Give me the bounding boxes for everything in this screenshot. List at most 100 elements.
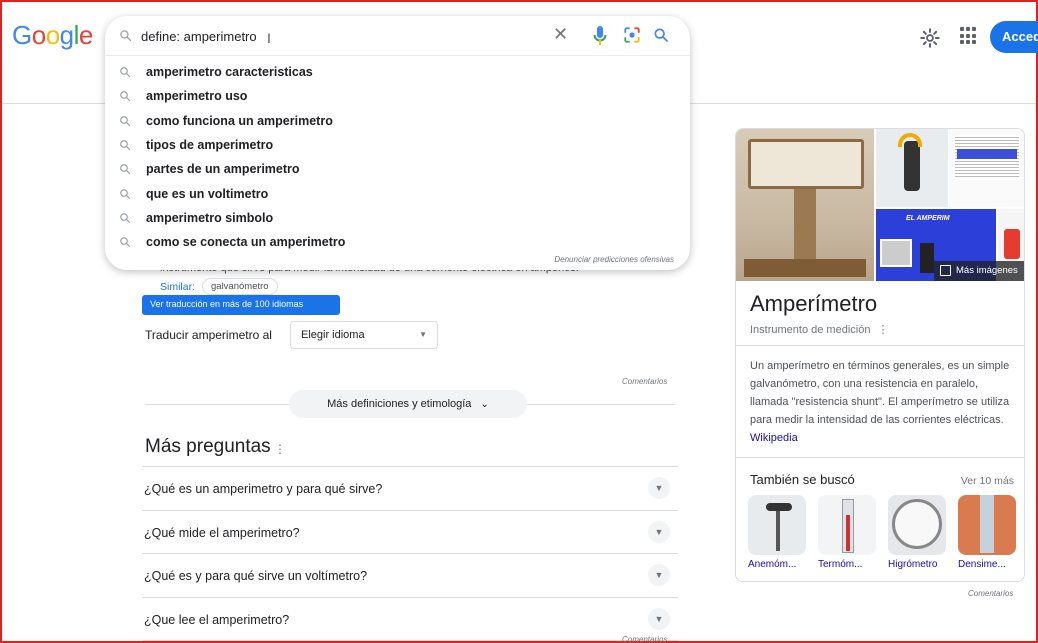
question-text: ¿Que lee el amperimetro? [144, 612, 290, 627]
kp-subtitle-text: Instrumento de medición [750, 324, 871, 336]
expand-chevron-icon[interactable]: ▼ [648, 520, 670, 543]
suggestion-text: como funciona un amperimetro [146, 113, 333, 128]
search-submit-icon[interactable] [653, 27, 669, 43]
kp-feedback-link[interactable]: Comentarios [968, 589, 1013, 598]
language-select[interactable]: Elegir idioma ▼ [290, 321, 438, 349]
densimeter-thumbnail[interactable] [958, 495, 1016, 555]
suggestion-text: tipos de amperimetro [146, 138, 274, 153]
suggestion-text: como se conecta un amperimetro [146, 235, 346, 250]
search-input[interactable] [141, 26, 501, 46]
people-also-ask-title: Más preguntas [145, 436, 271, 457]
expand-chevron-icon[interactable]: ▼ [648, 564, 670, 586]
more-images-label: Más imágenes [956, 265, 1018, 276]
similar-label: Similar: [160, 281, 196, 293]
question-text: ¿Qué es y para qué sirve un voltímetro? [144, 569, 368, 583]
clamp-meter-photo[interactable] [876, 129, 948, 207]
paa-bottom-divider [142, 640, 678, 641]
knowledge-panel: EL AMPERIM Más imágenes Amperímetro Inst… [735, 128, 1025, 582]
also-searched-label[interactable]: Higrómetro [888, 559, 946, 570]
expand-chevron-icon[interactable]: ▼ [648, 477, 670, 499]
sign-in-button[interactable]: Acceder [990, 21, 1038, 53]
language-select-value: Elegir idioma [301, 329, 365, 341]
search-icon [120, 115, 131, 126]
report-predictions-link[interactable]: Denunciar predicciones ofensivas [554, 255, 674, 264]
logo-letter: o [45, 20, 60, 50]
question-item[interactable]: ¿Qué mide el amperimetro? ▼ [142, 509, 678, 554]
definition-feedback-link[interactable]: Comentarios [622, 377, 667, 386]
article-photo[interactable] [949, 129, 1024, 207]
suggestion-text: que es un voltimetro [146, 186, 269, 201]
autocomplete-suggestions: amperimetro caracteristicas amperimetro u… [105, 60, 690, 254]
more-definitions-label: Más definiciones y etimología [327, 398, 472, 410]
logo-letter: o [31, 20, 46, 50]
paa-feedback-link[interactable]: Comentarios [622, 635, 667, 643]
more-images-button[interactable]: Más imágenes [934, 261, 1024, 281]
suggestion-item[interactable]: amperimetro simbolo [105, 206, 690, 230]
suggestion-item[interactable]: como funciona un amperimetro [105, 109, 690, 133]
search-icon [120, 188, 131, 199]
search-icon [120, 140, 131, 151]
also-searched-item[interactable]: Termóm... [818, 495, 876, 570]
question-item[interactable]: ¿Qué es un amperimetro y para qué sirve?… [142, 466, 678, 510]
google-lens-icon[interactable] [623, 26, 641, 44]
anemometer-thumbnail[interactable] [748, 495, 806, 555]
more-definitions-button[interactable]: Más definiciones y etimología ⌄ [289, 390, 527, 418]
settings-gear-icon[interactable] [919, 27, 941, 49]
hygrometer-thumbnail[interactable] [888, 495, 946, 555]
also-searched-label[interactable]: Anemóm... [748, 559, 806, 570]
image-icon [940, 265, 951, 276]
google-logo[interactable]: Google [12, 20, 93, 51]
also-searched-item[interactable]: Anemóm... [748, 495, 806, 570]
kp-divider [736, 345, 1024, 346]
suggestion-text: amperimetro uso [146, 89, 248, 104]
chevron-down-icon: ▼ [419, 330, 427, 339]
suggestion-item[interactable]: amperimetro caracteristicas [105, 60, 690, 84]
question-item[interactable]: ¿Que lee el amperimetro? ▼ [142, 596, 678, 641]
suggestion-text: amperimetro caracteristicas [146, 65, 313, 80]
suggestion-item[interactable]: tipos de amperimetro [105, 133, 690, 157]
text-cursor-icon: I [267, 30, 271, 46]
also-searched-item[interactable]: Higrómetro [888, 495, 946, 570]
translate-tooltip: Ver traducción en más de 100 idiomas [142, 295, 340, 315]
search-icon [120, 67, 131, 78]
kp-title: Amperímetro [750, 291, 878, 316]
see-more-link[interactable]: Ver 10 más [961, 475, 1014, 487]
logo-letter: g [59, 20, 74, 50]
search-icon [120, 164, 131, 175]
more-options-icon[interactable]: ⋮ [274, 442, 286, 456]
suggestion-item[interactable]: partes de un amperimetro [105, 157, 690, 181]
clear-search-icon[interactable]: ✕ [553, 24, 568, 45]
similar-chip[interactable]: galvanómetro [202, 278, 278, 295]
more-options-icon[interactable]: ⋮ [878, 324, 889, 336]
search-autocomplete-box: I ✕ amperimetro caracteristicasamperimet… [105, 16, 690, 270]
suggestion-item[interactable]: amperimetro uso [105, 84, 690, 108]
kp-divider [736, 457, 1024, 458]
expand-chevron-icon[interactable]: ▼ [648, 607, 670, 630]
kp-description: Un amperímetro en términos generales, es… [750, 360, 1010, 426]
also-searched-label[interactable]: Densime... [958, 559, 1016, 570]
question-text: ¿Qué es un amperimetro y para qué sirve? [144, 482, 383, 496]
voice-search-mic-icon[interactable] [593, 26, 607, 46]
image-caption: EL AMPERIM [906, 215, 950, 222]
kp-subtitle: Instrumento de medición ⋮ [750, 323, 889, 336]
search-bar: I ✕ [105, 16, 690, 56]
suggestion-item[interactable]: que es un voltimetro [105, 181, 690, 205]
google-apps-icon[interactable] [960, 27, 978, 45]
suggestion-text: amperimetro simbolo [146, 210, 274, 225]
suggestion-item[interactable]: como se conecta un amperimetro [105, 230, 690, 254]
question-item[interactable]: ¿Qué es y para qué sirve un voltímetro? ▼ [142, 553, 678, 597]
ammeter-photo[interactable] [736, 129, 874, 281]
wikipedia-link[interactable]: Wikipedia [750, 432, 798, 444]
chevron-down-icon: ⌄ [480, 399, 489, 410]
thermometer-thumbnail[interactable] [818, 495, 876, 555]
also-searched-title: También se buscó [750, 472, 855, 487]
suggestion-text: partes de un amperimetro [146, 162, 300, 177]
search-icon [120, 91, 131, 102]
image-collage[interactable]: EL AMPERIM Más imágenes [736, 129, 1024, 281]
search-icon [120, 213, 131, 224]
logo-letter: e [78, 20, 93, 50]
also-searched-row: Anemóm... Termóm... Higrómetro Densime..… [748, 495, 1022, 570]
also-searched-label[interactable]: Termóm... [818, 559, 876, 570]
also-searched-item[interactable]: Densime... [958, 495, 1016, 570]
translate-label: Traducir amperimetro al [145, 328, 272, 342]
